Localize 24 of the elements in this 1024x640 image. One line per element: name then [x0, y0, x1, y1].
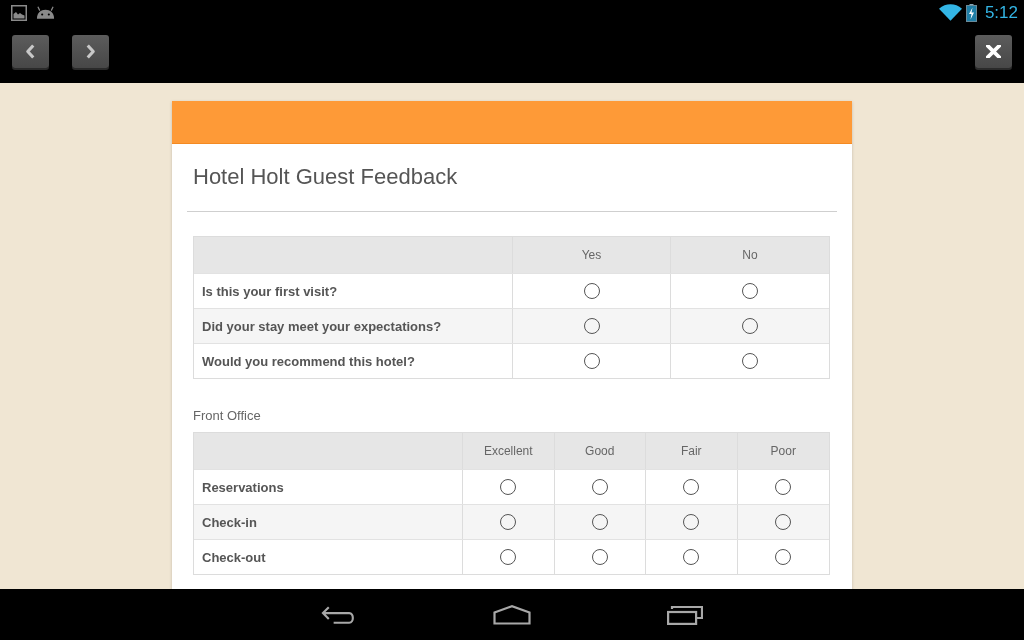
- question-label: Check-out: [202, 549, 266, 565]
- image-icon: [11, 4, 27, 21]
- battery-icon: [965, 3, 977, 22]
- question-label: Would you recommend this hotel?: [202, 353, 415, 369]
- recent-apps-icon[interactable]: [667, 604, 703, 625]
- column-header: Poor: [769, 443, 797, 460]
- robot-icon: [36, 5, 55, 20]
- form-title: Hotel Holt Guest Feedback: [193, 164, 459, 190]
- question-label: Reservations: [202, 479, 284, 495]
- question-label: Did your stay meet your expectations?: [202, 318, 442, 334]
- chevron-right-icon: [85, 44, 96, 59]
- status-time: 5:12: [984, 2, 1018, 23]
- back-icon[interactable]: [321, 604, 356, 625]
- back-button[interactable]: [12, 35, 49, 68]
- question-label: Check-in: [202, 514, 257, 530]
- column-header: No: [741, 247, 759, 264]
- section-heading: Front Office: [193, 408, 262, 424]
- question-label: Is this your first visit?: [202, 283, 338, 299]
- home-icon[interactable]: [493, 604, 531, 625]
- close-icon: [986, 45, 1001, 58]
- forward-button[interactable]: [72, 35, 109, 68]
- close-button[interactable]: [975, 35, 1012, 68]
- chevron-left-icon: [25, 44, 36, 59]
- wifi-icon: [938, 4, 962, 21]
